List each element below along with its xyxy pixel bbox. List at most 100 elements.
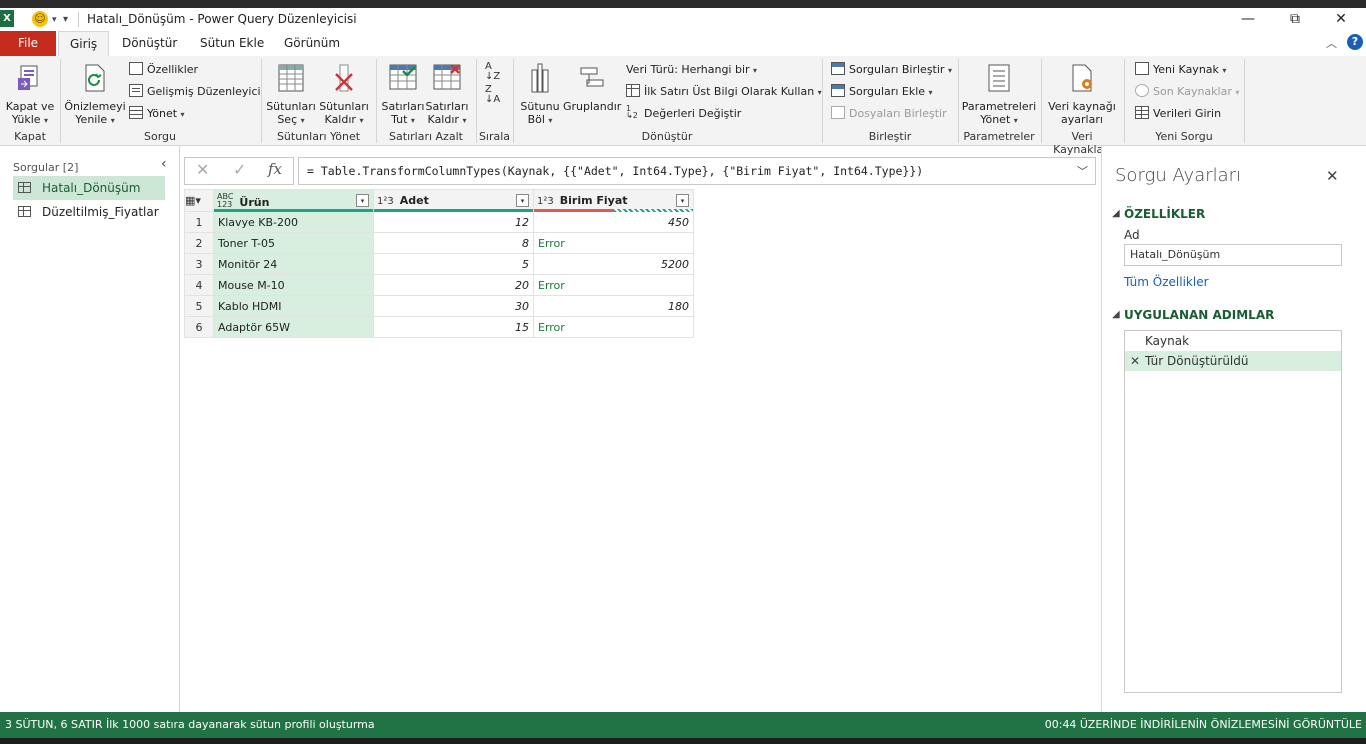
all-properties-link[interactable]: Tüm Özellikler xyxy=(1124,275,1209,289)
keep-rows-button[interactable]: Satırları Tut ▾ xyxy=(378,62,428,127)
query-name-input[interactable]: Hatalı_Dönüşüm xyxy=(1124,244,1342,266)
column-header-urun[interactable]: ABC 123 Ürün ▾ xyxy=(213,189,374,212)
cell-adet[interactable]: 8 xyxy=(373,232,534,254)
sort-ascending-icon[interactable]: A ↓Z xyxy=(485,62,500,82)
cell-urun[interactable]: Mouse M-10 xyxy=(213,274,374,296)
column-error-bar xyxy=(534,209,614,212)
table-row: 1 Klavye KB-200 12 450 xyxy=(184,211,694,233)
step-item-kaynak[interactable]: Kaynak xyxy=(1125,331,1341,351)
first-row-header-button[interactable]: İlk Satırı Üst Bilgi Olarak Kullan ▾ xyxy=(626,82,822,102)
collapse-steps-icon[interactable]: ◢ xyxy=(1112,309,1120,320)
manage-parameters-icon xyxy=(988,64,1010,92)
cell-adet[interactable]: 30 xyxy=(373,295,534,317)
tab-transform[interactable]: Dönüştür xyxy=(111,31,188,56)
delete-step-icon[interactable]: ✕ xyxy=(1130,351,1140,371)
cell-error[interactable]: Error xyxy=(533,316,694,338)
smiley-dropdown-icon[interactable]: ▾ xyxy=(52,15,57,25)
formula-input[interactable]: = Table.TransformColumnTypes(Kaynak, {{"… xyxy=(298,157,1096,185)
smiley-feedback-icon[interactable]: ☺ xyxy=(32,11,48,27)
data-type-dropdown[interactable]: Veri Türü: Herhangi bir ▾ xyxy=(626,60,757,80)
refresh-preview-button[interactable]: Önizlemeyi Yenile ▾ xyxy=(64,62,126,127)
tab-home[interactable]: Giriş xyxy=(58,31,110,56)
column-header-label: Birim Fiyat xyxy=(559,194,628,207)
filter-dropdown-icon[interactable]: ▾ xyxy=(516,194,529,207)
new-source-icon xyxy=(1135,62,1149,75)
split-column-button[interactable]: Sütunu Böl ▾ xyxy=(517,62,563,127)
remove-columns-label-1: Sütunları xyxy=(319,100,369,113)
refresh-label-2: Yenile ▾ xyxy=(75,113,115,126)
replace-values-button[interactable]: 1 ↳2 Değerleri Değiştir xyxy=(626,104,741,124)
recent-sources-button[interactable]: Son Kaynaklar ▾ xyxy=(1135,82,1239,102)
collapse-properties-icon[interactable]: ◢ xyxy=(1112,208,1120,219)
sort-descending-icon[interactable]: Z ↓A xyxy=(485,85,500,105)
cell-birim-fiyat[interactable]: 450 xyxy=(533,211,694,233)
tab-add-column[interactable]: Sütun Ekle xyxy=(189,31,275,56)
confirm-formula-icon[interactable]: ✓ xyxy=(233,160,246,179)
table-menu-icon[interactable]: ▦▾ xyxy=(184,189,214,212)
column-header-adet[interactable]: 1²3 Adet ▾ xyxy=(373,189,534,212)
group-by-button[interactable]: Gruplandır xyxy=(563,62,621,113)
refresh-label-1: Önizlemeyi xyxy=(64,100,126,113)
properties-button[interactable]: Özellikler xyxy=(129,60,198,80)
cancel-formula-icon[interactable]: ✕ xyxy=(196,160,209,179)
replace-values-icon: 1 ↳2 xyxy=(626,104,638,120)
cell-urun[interactable]: Klavye KB-200 xyxy=(213,211,374,233)
cell-urun[interactable]: Adaptör 65W xyxy=(213,316,374,338)
step-item-tur-donusturuldu[interactable]: ✕ Tür Dönüştürüldü xyxy=(1125,351,1341,371)
header-row: ▦▾ ABC 123 Ürün ▾ 1²3 Adet ▾ 1²3 Birim Fiyat… xyxy=(184,189,694,212)
cell-birim-fiyat[interactable]: 180 xyxy=(533,295,694,317)
cell-adet[interactable]: 5 xyxy=(373,253,534,275)
cell-birim-fiyat[interactable]: 5200 xyxy=(533,253,694,275)
cell-urun[interactable]: Toner T-05 xyxy=(213,232,374,254)
group-label-combine: Birleştir xyxy=(868,130,912,143)
append-queries-button[interactable]: Sorguları Ekle ▾ xyxy=(831,82,933,102)
applied-steps-header: UYGULANAN ADIMLAR xyxy=(1124,308,1275,322)
tab-file[interactable]: File xyxy=(0,31,56,56)
manage-parameters-button[interactable]: Parametreleri Yönet ▾ xyxy=(961,62,1037,127)
row-number: 4 xyxy=(184,274,214,296)
restore-button[interactable]: ⧉ xyxy=(1280,9,1310,29)
expand-formula-icon[interactable]: ﹀ xyxy=(1077,163,1088,179)
minimize-button[interactable]: — xyxy=(1233,9,1263,29)
tab-view[interactable]: Görünüm xyxy=(273,31,351,56)
data-source-settings-button[interactable]: Veri kaynağı ayarları xyxy=(1045,62,1119,126)
filter-dropdown-icon[interactable]: ▾ xyxy=(676,194,689,207)
merge-queries-button[interactable]: Sorguları Birleştir ▾ xyxy=(831,60,952,80)
group-label-sort: Sırala xyxy=(478,130,511,143)
data-source-settings-label-2: ayarları xyxy=(1061,113,1103,126)
advanced-editor-button[interactable]: Gelişmiş Düzenleyici xyxy=(129,82,261,102)
collapse-queries-pane-icon[interactable]: ‹ xyxy=(161,156,167,172)
cell-urun[interactable]: Monitör 24 xyxy=(213,253,374,275)
advanced-editor-label: Gelişmiş Düzenleyici xyxy=(147,85,261,98)
append-queries-label: Sorguları Ekle xyxy=(849,85,926,98)
choose-columns-button[interactable]: Sütunları Seç ▾ xyxy=(265,62,317,127)
remove-columns-button[interactable]: Sütunları Kaldır ▾ xyxy=(318,62,370,127)
choose-columns-label-1: Sütunları xyxy=(266,100,316,113)
cell-error[interactable]: Error xyxy=(533,274,694,296)
close-load-button[interactable]: Kapat ve Yükle ▾ xyxy=(4,62,56,127)
enter-data-button[interactable]: Verileri Girin xyxy=(1135,104,1221,124)
recent-sources-icon xyxy=(1135,84,1149,97)
manage-button[interactable]: Yönet ▾ xyxy=(129,104,185,124)
combine-files-button[interactable]: Dosyaları Birleştir xyxy=(831,104,947,124)
cell-error[interactable]: Error xyxy=(533,232,694,254)
query-item-hatali-donusum[interactable]: Hatalı_Dönüşüm xyxy=(13,176,165,200)
cell-urun[interactable]: Kablo HDMI xyxy=(213,295,374,317)
collapse-ribbon-icon[interactable]: ︿ xyxy=(1326,35,1337,51)
help-icon[interactable]: ? xyxy=(1347,34,1363,50)
new-source-button[interactable]: Yeni Kaynak ▾ xyxy=(1135,60,1226,80)
query-item-duzeltilmis-fiyatlar[interactable]: Düzeltilmiş_Fiyatlar xyxy=(13,200,165,224)
quick-access-dropdown-icon[interactable]: ▾ xyxy=(63,14,68,25)
fx-icon[interactable]: fx xyxy=(268,160,282,178)
column-header-birim-fiyat[interactable]: 1²3 Birim Fiyat ▾ xyxy=(533,189,694,212)
filter-dropdown-icon[interactable]: ▾ xyxy=(356,194,369,207)
data-source-settings-icon xyxy=(1072,64,1092,92)
close-window-button[interactable]: ✕ xyxy=(1326,9,1356,29)
cell-adet[interactable]: 15 xyxy=(373,316,534,338)
cell-adet[interactable]: 20 xyxy=(373,274,534,296)
cell-adet[interactable]: 12 xyxy=(373,211,534,233)
close-settings-pane-icon[interactable]: ✕ xyxy=(1326,167,1339,185)
remove-rows-button[interactable]: Satırları Kaldır ▾ xyxy=(422,62,472,127)
status-column-profile[interactable]: İlk 1000 satıra dayanarak sütun profili … xyxy=(106,712,375,738)
type-any-icon: ABC 123 xyxy=(217,191,234,209)
